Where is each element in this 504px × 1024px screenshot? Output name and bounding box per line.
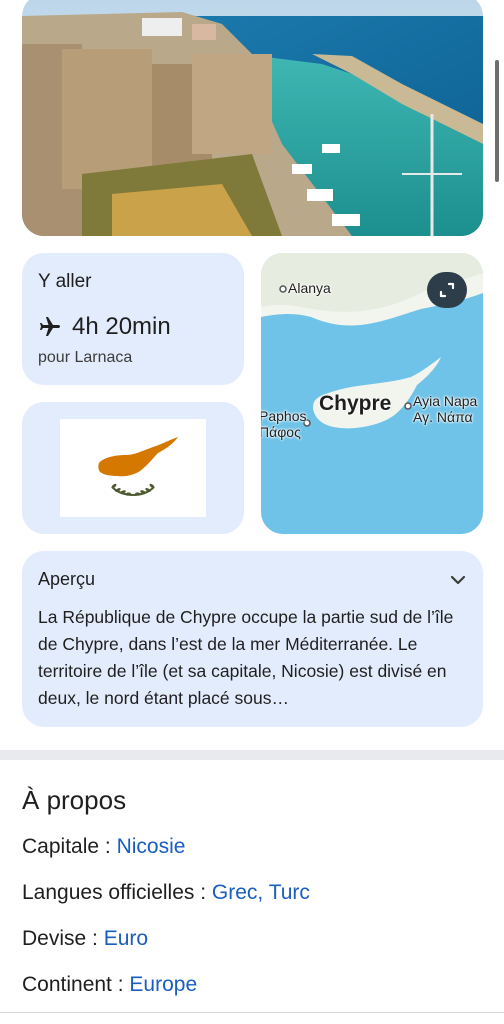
chevron-down-icon[interactable] bbox=[449, 571, 467, 589]
overview-text: La République de Chypre occupe la partie… bbox=[38, 607, 454, 708]
travel-card[interactable]: Y aller 4h 20min pour Larnaca bbox=[22, 253, 244, 385]
overview-header[interactable]: Aperçu bbox=[38, 569, 467, 590]
currency-link[interactable]: Euro bbox=[104, 927, 148, 950]
travel-duration-row: 4h 20min bbox=[38, 313, 228, 341]
map-label-chypre: Chypre bbox=[319, 392, 392, 415]
travel-duration: 4h 20min bbox=[72, 313, 171, 340]
fact-languages: Langues officielles : Grec, Turc bbox=[22, 881, 310, 905]
airplane-icon bbox=[40, 317, 60, 336]
overview-card[interactable]: Aperçu La République de Chypre occupe la… bbox=[22, 551, 483, 727]
travel-destination: pour Larnaca bbox=[38, 349, 133, 366]
map-label-alanya: Alanya bbox=[288, 280, 331, 296]
travel-title: Y aller bbox=[38, 271, 92, 292]
cyprus-flag-image bbox=[60, 419, 206, 517]
map-label-ayia-napa-greek: Αγ. Νάπα bbox=[413, 409, 473, 425]
bottom-divider bbox=[0, 1012, 504, 1013]
scrollbar[interactable] bbox=[495, 60, 499, 182]
section-divider bbox=[0, 750, 504, 760]
fact-label: Langues officielles : bbox=[22, 881, 212, 904]
expand-icon bbox=[439, 282, 455, 298]
languages-link[interactable]: Grec, Turc bbox=[212, 881, 310, 904]
expand-map-button[interactable] bbox=[427, 272, 467, 308]
fact-label: Devise : bbox=[22, 927, 104, 950]
fact-label: Capitale : bbox=[22, 835, 117, 858]
overview-title: Aperçu bbox=[38, 569, 96, 589]
map-card[interactable]: Alanya Chypre Ayia Napa Αγ. Νάπα Paphos … bbox=[261, 253, 483, 534]
fact-label: Continent : bbox=[22, 973, 130, 996]
flag-card[interactable] bbox=[22, 402, 244, 534]
fact-capital: Capitale : Nicosie bbox=[22, 835, 185, 859]
map-label-paphos-greek: Πάφος bbox=[261, 424, 301, 440]
map-label-paphos: Paphos bbox=[261, 408, 307, 424]
fact-currency: Devise : Euro bbox=[22, 927, 148, 951]
about-title: À propos bbox=[22, 785, 127, 815]
harbour-image bbox=[22, 0, 483, 236]
hero-photo[interactable] bbox=[22, 0, 483, 236]
map-label-ayia-napa: Ayia Napa bbox=[413, 393, 478, 409]
cyprus-flag bbox=[60, 419, 206, 517]
continent-link[interactable]: Europe bbox=[129, 973, 197, 996]
fact-continent: Continent : Europe bbox=[22, 973, 197, 997]
capital-link[interactable]: Nicosie bbox=[117, 835, 186, 858]
